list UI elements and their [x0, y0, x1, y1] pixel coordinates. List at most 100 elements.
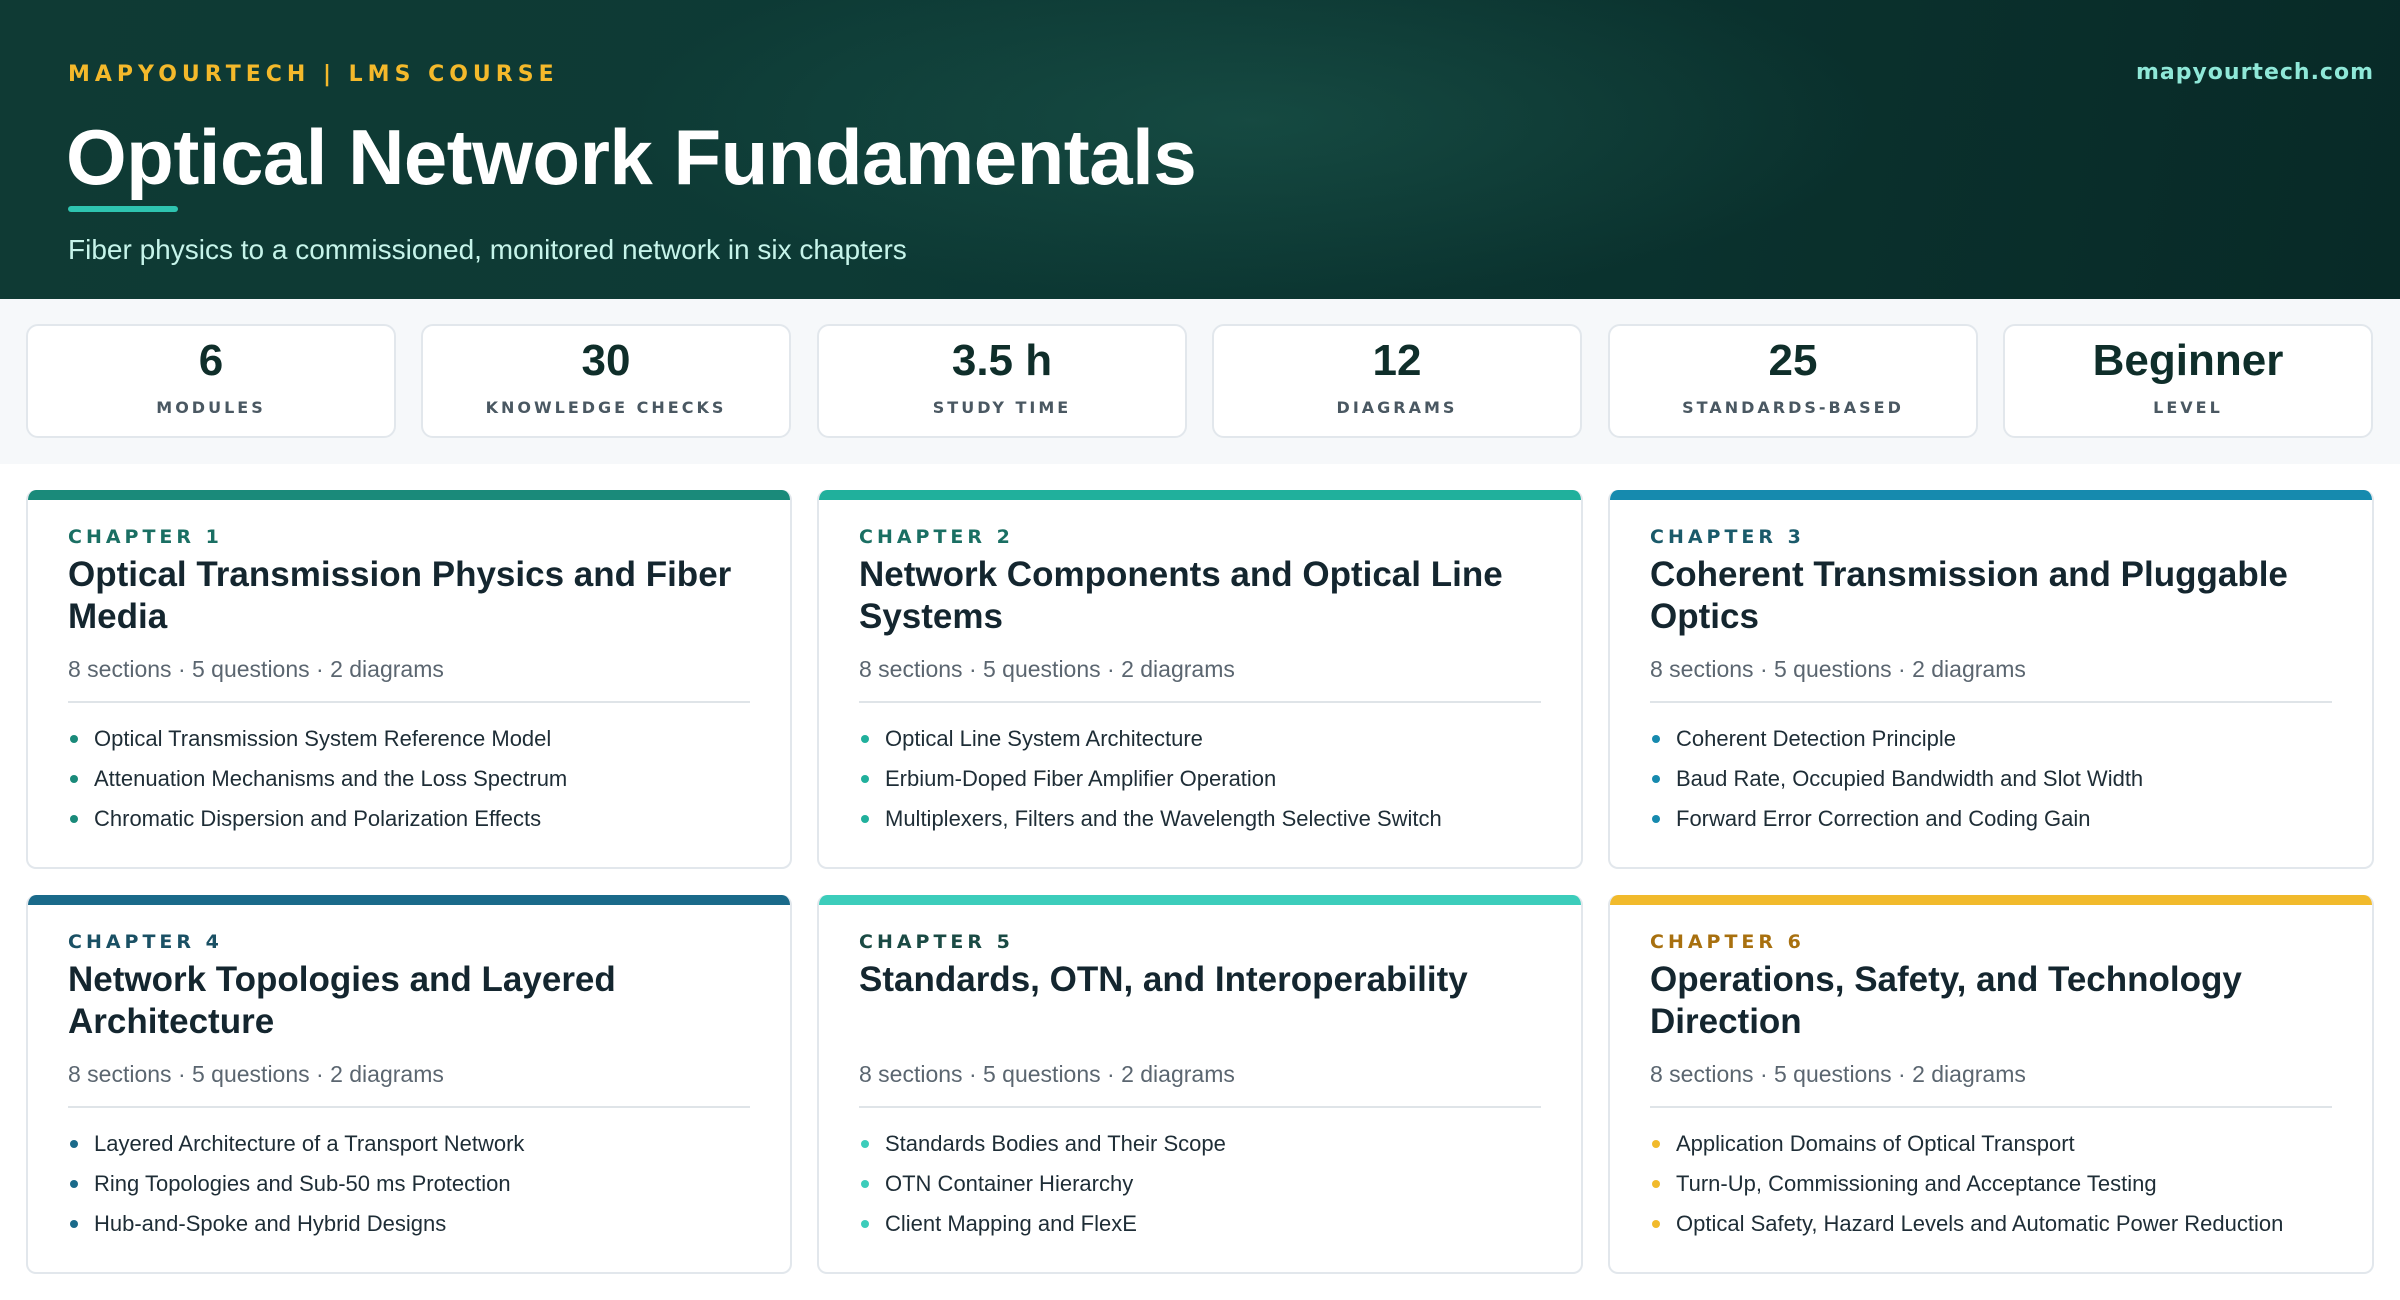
topic-label: Optical Transmission System Reference Mo…: [94, 726, 552, 751]
stat-label: LEVEL: [2153, 398, 2223, 417]
bullet-icon: [861, 1220, 869, 1228]
card-accent-bar: [28, 895, 790, 905]
card-divider: [68, 1106, 750, 1108]
topic-list: Optical Line System Architecture Erbium-…: [859, 726, 1442, 846]
card-divider: [1650, 701, 2332, 703]
chapter-title: Operations, Safety, and Technology Direc…: [1650, 960, 2242, 1041]
topic-list: Layered Architecture of a Transport Netw…: [68, 1131, 524, 1251]
topic-item: Hub-and-Spoke and Hybrid Designs: [68, 1211, 524, 1251]
topic-label: Optical Safety, Hazard Levels and Automa…: [1676, 1211, 2284, 1236]
topic-label: Turn-Up, Commissioning and Acceptance Te…: [1676, 1171, 2157, 1196]
topic-label: Forward Error Correction and Coding Gain: [1676, 806, 2091, 831]
stat-value: Beginner: [2092, 336, 2284, 385]
topic-list: Coherent Detection Principle Baud Rate, …: [1650, 726, 2143, 846]
topic-label: Attenuation Mechanisms and the Loss Spec…: [94, 766, 568, 791]
bullet-icon: [861, 1180, 869, 1188]
chapter-label: CHAPTER 6: [1650, 931, 1805, 953]
card-accent-bar: [1610, 490, 2372, 500]
bullet-icon: [70, 815, 78, 823]
topic-label: OTN Container Hierarchy: [885, 1171, 1134, 1196]
chapter-card-3[interactable]: CHAPTER 3 Coherent Transmission and Plug…: [1608, 490, 2374, 869]
site-link[interactable]: mapyourtech.com: [2136, 60, 2374, 85]
title-underline: [68, 206, 178, 212]
bullet-icon: [70, 1220, 78, 1228]
topic-list: Optical Transmission System Reference Mo…: [68, 726, 567, 846]
chapter-meta: 8 sections · 5 questions · 2 diagrams: [1650, 1061, 2026, 1087]
bullet-icon: [861, 815, 869, 823]
chapter-meta: 8 sections · 5 questions · 2 diagrams: [859, 656, 1235, 682]
card-divider: [1650, 1106, 2332, 1108]
chapter-title: Coherent Transmission and Pluggable Opti…: [1650, 555, 2288, 636]
topic-item: Standards Bodies and Their Scope: [859, 1131, 1226, 1171]
chapter-label: CHAPTER 4: [68, 931, 223, 953]
topic-list: Standards Bodies and Their Scope OTN Con…: [859, 1131, 1226, 1251]
chapter-label: CHAPTER 5: [859, 931, 1014, 953]
chapter-label: CHAPTER 3: [1650, 526, 1805, 548]
chapter-title: Network Topologies and Layered Architect…: [68, 960, 616, 1041]
topic-item: OTN Container Hierarchy: [859, 1171, 1226, 1211]
chapter-meta: 8 sections · 5 questions · 2 diagrams: [68, 1061, 444, 1087]
topic-label: Hub-and-Spoke and Hybrid Designs: [94, 1211, 447, 1236]
chapter-title: Standards, OTN, and Interoperability: [859, 960, 1468, 999]
topic-label: Ring Topologies and Sub-50 ms Protection: [94, 1171, 511, 1196]
stat-value: 30: [581, 336, 631, 385]
topic-item: Client Mapping and FlexE: [859, 1211, 1226, 1251]
bullet-icon: [1652, 775, 1660, 783]
topic-label: Layered Architecture of a Transport Netw…: [94, 1131, 525, 1156]
topic-label: Application Domains of Optical Transport: [1676, 1131, 2075, 1156]
bullet-icon: [1652, 1220, 1660, 1228]
topic-label: Baud Rate, Occupied Bandwidth and Slot W…: [1676, 766, 2144, 791]
bullet-icon: [70, 1140, 78, 1148]
stat-modules: 6 MODULES: [26, 324, 396, 438]
topic-item: Attenuation Mechanisms and the Loss Spec…: [68, 766, 567, 806]
stat-level: Beginner LEVEL: [2003, 324, 2373, 438]
stat-value: 3.5 h: [951, 336, 1053, 385]
card-divider: [859, 1106, 1541, 1108]
topic-label: Coherent Detection Principle: [1676, 726, 1957, 751]
topic-item: Optical Transmission System Reference Mo…: [68, 726, 567, 766]
topic-item: Optical Line System Architecture: [859, 726, 1442, 766]
stat-value: 6: [198, 336, 224, 385]
chapter-title: Optical Transmission Physics and Fiber M…: [68, 555, 732, 636]
topic-label: Optical Line System Architecture: [885, 726, 1203, 751]
card-accent-bar: [28, 490, 790, 500]
bullet-icon: [1652, 815, 1660, 823]
topic-label: Erbium-Doped Fiber Amplifier Operation: [885, 766, 1277, 791]
stat-study-time: 3.5 h STUDY TIME: [817, 324, 1187, 438]
topic-label: Standards Bodies and Their Scope: [885, 1131, 1226, 1156]
chapter-meta: 8 sections · 5 questions · 2 diagrams: [1650, 656, 2026, 682]
chapter-label: CHAPTER 1: [68, 526, 223, 548]
bullet-icon: [861, 735, 869, 743]
chapter-card-2[interactable]: CHAPTER 2 Network Components and Optical…: [817, 490, 1583, 869]
stat-diagrams: 12 DIAGRAMS: [1212, 324, 1582, 438]
topic-item: Optical Safety, Hazard Levels and Automa…: [1650, 1211, 2283, 1251]
card-accent-bar: [819, 490, 1581, 500]
chapter-label: CHAPTER 2: [859, 526, 1014, 548]
chapter-meta: 8 sections · 5 questions · 2 diagrams: [859, 1061, 1235, 1087]
chapter-card-6[interactable]: CHAPTER 6 Operations, Safety, and Techno…: [1608, 895, 2374, 1274]
bullet-icon: [1652, 1180, 1660, 1188]
stat-label: STANDARDS-BASED: [1682, 398, 1904, 417]
stat-label: STUDY TIME: [932, 398, 1072, 417]
stat-label: DIAGRAMS: [1336, 398, 1458, 417]
stat-label: MODULES: [156, 398, 266, 417]
stats-band: 6 MODULES 30 KNOWLEDGE CHECKS 3.5 h STUD…: [0, 299, 2400, 464]
chapter-card-5[interactable]: CHAPTER 5 Standards, OTN, and Interopera…: [817, 895, 1583, 1274]
topic-item: Forward Error Correction and Coding Gain: [1650, 806, 2143, 846]
bullet-icon: [861, 1140, 869, 1148]
topic-label: Client Mapping and FlexE: [885, 1211, 1137, 1236]
chapter-card-1[interactable]: CHAPTER 1 Optical Transmission Physics a…: [26, 490, 792, 869]
topic-item: Ring Topologies and Sub-50 ms Protection: [68, 1171, 524, 1211]
topic-label: Multiplexers, Filters and the Wavelength…: [885, 806, 1442, 831]
topic-item: Baud Rate, Occupied Bandwidth and Slot W…: [1650, 766, 2143, 806]
card-divider: [68, 701, 750, 703]
bullet-icon: [70, 1180, 78, 1188]
topic-item: Multiplexers, Filters and the Wavelength…: [859, 806, 1442, 846]
topic-list: Application Domains of Optical Transport…: [1650, 1131, 2283, 1251]
stat-label: KNOWLEDGE CHECKS: [485, 398, 727, 417]
topic-item: Chromatic Dispersion and Polarization Ef…: [68, 806, 567, 846]
chapter-card-4[interactable]: CHAPTER 4 Network Topologies and Layered…: [26, 895, 792, 1274]
stat-value: 25: [1768, 336, 1818, 385]
bullet-icon: [1652, 1140, 1660, 1148]
page-subtitle: Fiber physics to a commissioned, monitor…: [68, 234, 907, 265]
